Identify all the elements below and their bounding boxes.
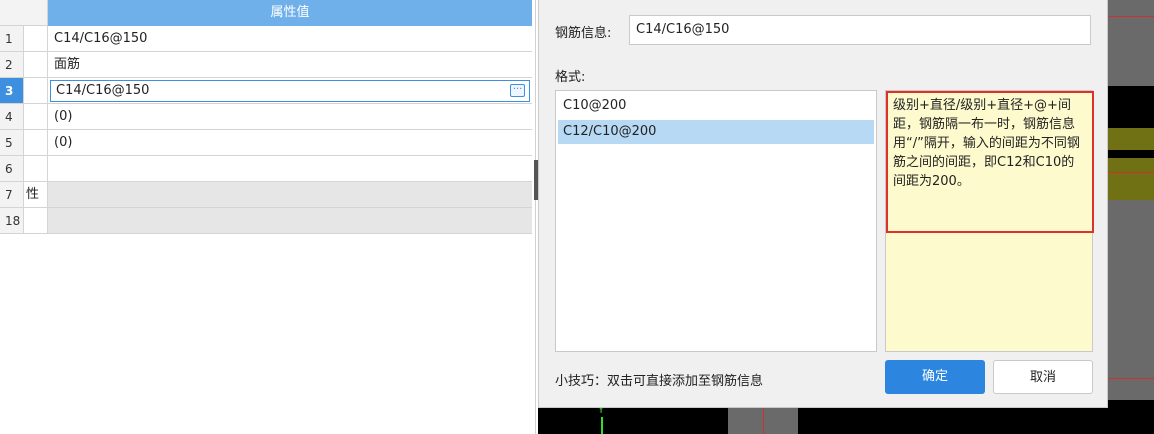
- row-value[interactable]: C14/C16@150: [48, 26, 532, 51]
- grid-header-title: 属性值: [48, 0, 532, 26]
- row-name: [24, 26, 48, 51]
- row-number: 4: [0, 104, 24, 129]
- row-name: [24, 156, 48, 181]
- property-grid: 属性值 1 C14/C16@150 2 面筋 3 C14/C16@150 ···…: [0, 0, 536, 434]
- row-number: 5: [0, 130, 24, 155]
- table-row-group[interactable]: 18: [0, 208, 532, 234]
- cad-red-line: [1108, 378, 1154, 379]
- row-number: 1: [0, 26, 24, 51]
- editor-text: C14/C16@150: [56, 83, 150, 98]
- table-row[interactable]: 5 (0): [0, 130, 532, 156]
- tip-text: 小技巧：双击可直接添加至钢筋信息: [555, 374, 764, 389]
- row-value[interactable]: 面筋: [48, 52, 532, 77]
- cad-olive-band: [1108, 128, 1154, 200]
- row-name: [24, 104, 48, 129]
- ok-button[interactable]: 确定: [885, 360, 985, 394]
- row-number: 3: [0, 78, 24, 103]
- ellipsis-icon[interactable]: ···: [510, 84, 525, 97]
- row-number: 6: [0, 156, 24, 181]
- grid-header-blank: [0, 0, 48, 26]
- rebar-info-input[interactable]: C14/C16@150: [629, 15, 1091, 45]
- row-number: 2: [0, 52, 24, 77]
- table-row-active[interactable]: 3 C14/C16@150 ···: [0, 78, 532, 104]
- format-description-panel: 级别+直径/级别+直径+@+间距，钢筋隔一布一时，钢筋信息用“/”隔开，输入的间…: [885, 90, 1094, 352]
- table-row[interactable]: 2 面筋: [0, 52, 532, 78]
- rebar-value-editor[interactable]: C14/C16@150 ···: [50, 80, 530, 102]
- cad-red-line: [1108, 16, 1154, 17]
- table-row[interactable]: 6: [0, 156, 532, 182]
- y-axis-line: [601, 417, 603, 434]
- cad-olive-divider: [1108, 150, 1154, 158]
- format-description: 级别+直径/级别+直径+@+间距，钢筋隔一布一时，钢筋信息用“/”隔开，输入的间…: [886, 91, 1094, 233]
- row-value[interactable]: (0): [48, 130, 532, 155]
- cad-red-line: [1108, 172, 1154, 173]
- row-name: [24, 130, 48, 155]
- row-number: 7: [0, 182, 24, 207]
- rebar-format-dialog: 钢筋信息: C14/C16@150 格式: C10@200 C12/C10@20…: [538, 0, 1108, 408]
- cad-gray-band: [1108, 0, 1154, 86]
- row-value[interactable]: [48, 182, 532, 207]
- row-name: [24, 78, 48, 103]
- cad-black-band: [1108, 86, 1154, 128]
- cancel-button[interactable]: 取消: [993, 360, 1093, 394]
- row-value[interactable]: [48, 208, 532, 233]
- cad-gray-band: [1108, 200, 1154, 434]
- list-item-selected[interactable]: C12/C10@200: [558, 120, 874, 144]
- list-item[interactable]: C10@200: [558, 94, 874, 118]
- table-row[interactable]: 4 (0): [0, 104, 532, 130]
- y-axis-indicator: Y: [598, 405, 606, 434]
- table-row-group[interactable]: 7 性: [0, 182, 532, 208]
- format-list[interactable]: C10@200 C12/C10@200: [555, 90, 877, 352]
- row-name: [24, 52, 48, 77]
- row-number: 18: [0, 208, 24, 233]
- row-name: 性: [24, 182, 48, 207]
- format-label: 格式:: [555, 70, 586, 85]
- row-value[interactable]: (0): [48, 104, 532, 129]
- row-value[interactable]: [48, 156, 532, 181]
- grid-header: 属性值: [0, 0, 532, 26]
- rebar-info-label: 钢筋信息:: [555, 26, 612, 41]
- row-name: [24, 208, 48, 233]
- table-row[interactable]: 1 C14/C16@150: [0, 26, 532, 52]
